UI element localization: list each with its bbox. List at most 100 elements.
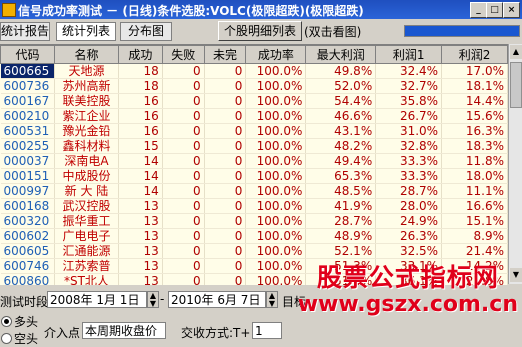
tab-stats-list[interactable]: 统计列表	[56, 22, 116, 41]
unfinished-cell: 0	[204, 198, 247, 214]
unfinished-cell: 0	[204, 138, 247, 154]
tab-distribution[interactable]: 分布图	[120, 22, 172, 41]
fail-cell: 0	[162, 123, 205, 139]
profit2-cell: 16.6%	[441, 198, 508, 214]
fail-cell: 0	[162, 93, 205, 109]
radio-short[interactable]	[1, 333, 12, 344]
profit2-cell: 16.3%	[441, 123, 508, 139]
column-header[interactable]: 利润2	[441, 45, 508, 64]
radio-long[interactable]	[1, 316, 12, 327]
tab-stats-report[interactable]: 统计报告	[0, 22, 50, 41]
trade-mode-input[interactable]: 1	[252, 322, 282, 339]
column-header[interactable]: 代码	[0, 45, 55, 64]
scroll-up-arrow-icon[interactable]: ▲	[510, 45, 522, 59]
column-header[interactable]: 失败	[161, 45, 205, 64]
trade-mode-label: 交收方式:T+	[181, 326, 251, 340]
name-cell: 武汉控股	[54, 198, 119, 214]
column-header[interactable]: 成功率	[245, 45, 307, 64]
radio-short-label: 空头	[14, 332, 39, 346]
unfinished-cell: 0	[204, 108, 247, 124]
name-cell: 江苏索普	[54, 258, 119, 274]
name-cell: 振华重工	[54, 213, 119, 229]
success-rate-cell: 100.0%	[245, 183, 307, 199]
success-cell: 13	[118, 258, 163, 274]
max-profit-cell: 54.4%	[305, 93, 377, 109]
unfinished-cell: 0	[204, 228, 247, 244]
table-row[interactable]: 600168 武汉控股 13 0 0 100.0% 41.9% 28.0% 16.6%	[0, 198, 508, 214]
success-rate-cell: 100.0%	[245, 198, 307, 214]
profit1-cell: 32.7%	[375, 78, 443, 94]
table-row[interactable]: 000997 新 大 陆 14 0 0 100.0% 48.5% 28.7% 11.1%	[0, 183, 508, 199]
watermark-url: www.gszx.com.cn	[297, 292, 518, 317]
table-row[interactable]: 600736 苏州高新 18 0 0 100.0% 52.0% 32.7% 18.1%	[0, 78, 508, 94]
table-row[interactable]: 600605 汇通能源 13 0 0 100.0% 52.1% 32.5% 21.4%	[0, 243, 508, 259]
column-header[interactable]: 成功	[117, 45, 163, 64]
profit1-cell: 32.8%	[375, 138, 443, 154]
unfinished-cell: 0	[204, 153, 247, 169]
fail-cell: 0	[162, 198, 205, 214]
app-icon	[2, 3, 16, 17]
date-from-spinner[interactable]: ▲ ▼	[147, 291, 159, 308]
close-button[interactable]: ×	[503, 2, 520, 18]
column-header[interactable]: 最大利润	[305, 45, 377, 64]
unfinished-cell: 0	[204, 168, 247, 184]
minimize-button[interactable]: _	[470, 2, 487, 18]
table-row[interactable]: 000151 中成股份 14 0 0 100.0% 65.3% 33.3% 18.0%	[0, 168, 508, 184]
column-header[interactable]: 名称	[53, 45, 119, 64]
profit2-cell: 21.4%	[441, 243, 508, 259]
date-from-field[interactable]: 2008年 1月 1日	[47, 291, 147, 308]
stock-detail-button[interactable]: 个股明细列表	[218, 21, 302, 41]
table-row[interactable]: 600167 联美控股 16 0 0 100.0% 54.4% 35.8% 14.4%	[0, 93, 508, 109]
profit1-cell: 33.3%	[375, 168, 443, 184]
success-cell: 14	[118, 168, 163, 184]
table-row[interactable]: 600602 广电电子 13 0 0 100.0% 48.9% 26.3% 8.9%	[0, 228, 508, 244]
table-header: 代码 名称 成功 失败 未完 成功率 最大利润 利润1 利润2	[0, 45, 508, 64]
fail-cell: 0	[162, 273, 205, 285]
entry-point-select[interactable]: 本周期收盘价	[82, 322, 166, 339]
success-cell: 13	[118, 228, 163, 244]
results-table[interactable]: 代码 名称 成功 失败 未完 成功率 最大利润 利润1 利润2 600665 天地源 18 0 0 100…	[0, 44, 508, 285]
fail-cell: 0	[162, 138, 205, 154]
toolbar: 统计报告 统计列表 分布图 个股明细列表 (双击看图)	[0, 19, 522, 42]
success-cell: 15	[118, 138, 163, 154]
success-rate-cell: 100.0%	[245, 228, 307, 244]
table-row[interactable]: 600320 振华重工 13 0 0 100.0% 28.7% 24.9% 15.1%	[0, 213, 508, 229]
max-profit-cell: 48.2%	[305, 138, 377, 154]
date-to-spinner[interactable]: ▲ ▼	[266, 291, 278, 308]
max-profit-cell: 48.9%	[305, 228, 377, 244]
unfinished-cell: 0	[204, 123, 247, 139]
success-cell: 18	[118, 78, 163, 94]
table-row[interactable]: 600665 天地源 18 0 0 100.0% 49.8% 32.4% 17.0%	[0, 63, 508, 79]
unfinished-cell: 0	[204, 78, 247, 94]
code-cell: 000997	[0, 183, 55, 199]
success-cell: 14	[118, 153, 163, 169]
table-row[interactable]: 600531 豫光金铅 16 0 0 100.0% 43.1% 31.0% 16.3%	[0, 123, 508, 139]
max-profit-cell: 52.0%	[305, 78, 377, 94]
code-cell: 600167	[0, 93, 55, 109]
unfinished-cell: 0	[204, 63, 247, 79]
profit2-cell: 8.9%	[441, 228, 508, 244]
code-cell: 600860	[0, 273, 55, 285]
success-cell: 18	[118, 63, 163, 79]
profit2-cell: 18.0%	[441, 168, 508, 184]
date-to-field[interactable]: 2010年 6月 7日	[168, 291, 266, 308]
maximize-button[interactable]: □	[486, 2, 503, 18]
name-cell: 汇通能源	[54, 243, 119, 259]
table-row[interactable]: 000037 深南电A 14 0 0 100.0% 49.4% 33.3% 11.8%	[0, 153, 508, 169]
success-rate-cell: 100.0%	[245, 123, 307, 139]
max-profit-cell: 41.9%	[305, 198, 377, 214]
success-cell: 13	[118, 213, 163, 229]
table-row[interactable]: 600255 鑫科材料 15 0 0 100.0% 48.2% 32.8% 18.3%	[0, 138, 508, 154]
progress-bar	[404, 25, 520, 37]
vertical-scrollbar[interactable]: ▲ ▼	[508, 44, 522, 284]
date-separator: -	[160, 292, 165, 306]
column-header[interactable]: 未完	[203, 45, 247, 64]
code-cell: 600665	[0, 63, 55, 79]
table-body: 600665 天地源 18 0 0 100.0% 49.8% 32.4% 17.0% 600736…	[0, 63, 508, 285]
profit2-cell: 14.4%	[441, 93, 508, 109]
table-row[interactable]: 600210 紫江企业 16 0 0 100.0% 46.6% 26.7% 15.6%	[0, 108, 508, 124]
column-header[interactable]: 利润1	[375, 45, 443, 64]
period-label: 测试时段	[0, 295, 49, 309]
success-cell: 13	[118, 273, 163, 285]
scroll-thumb[interactable]	[510, 62, 522, 108]
